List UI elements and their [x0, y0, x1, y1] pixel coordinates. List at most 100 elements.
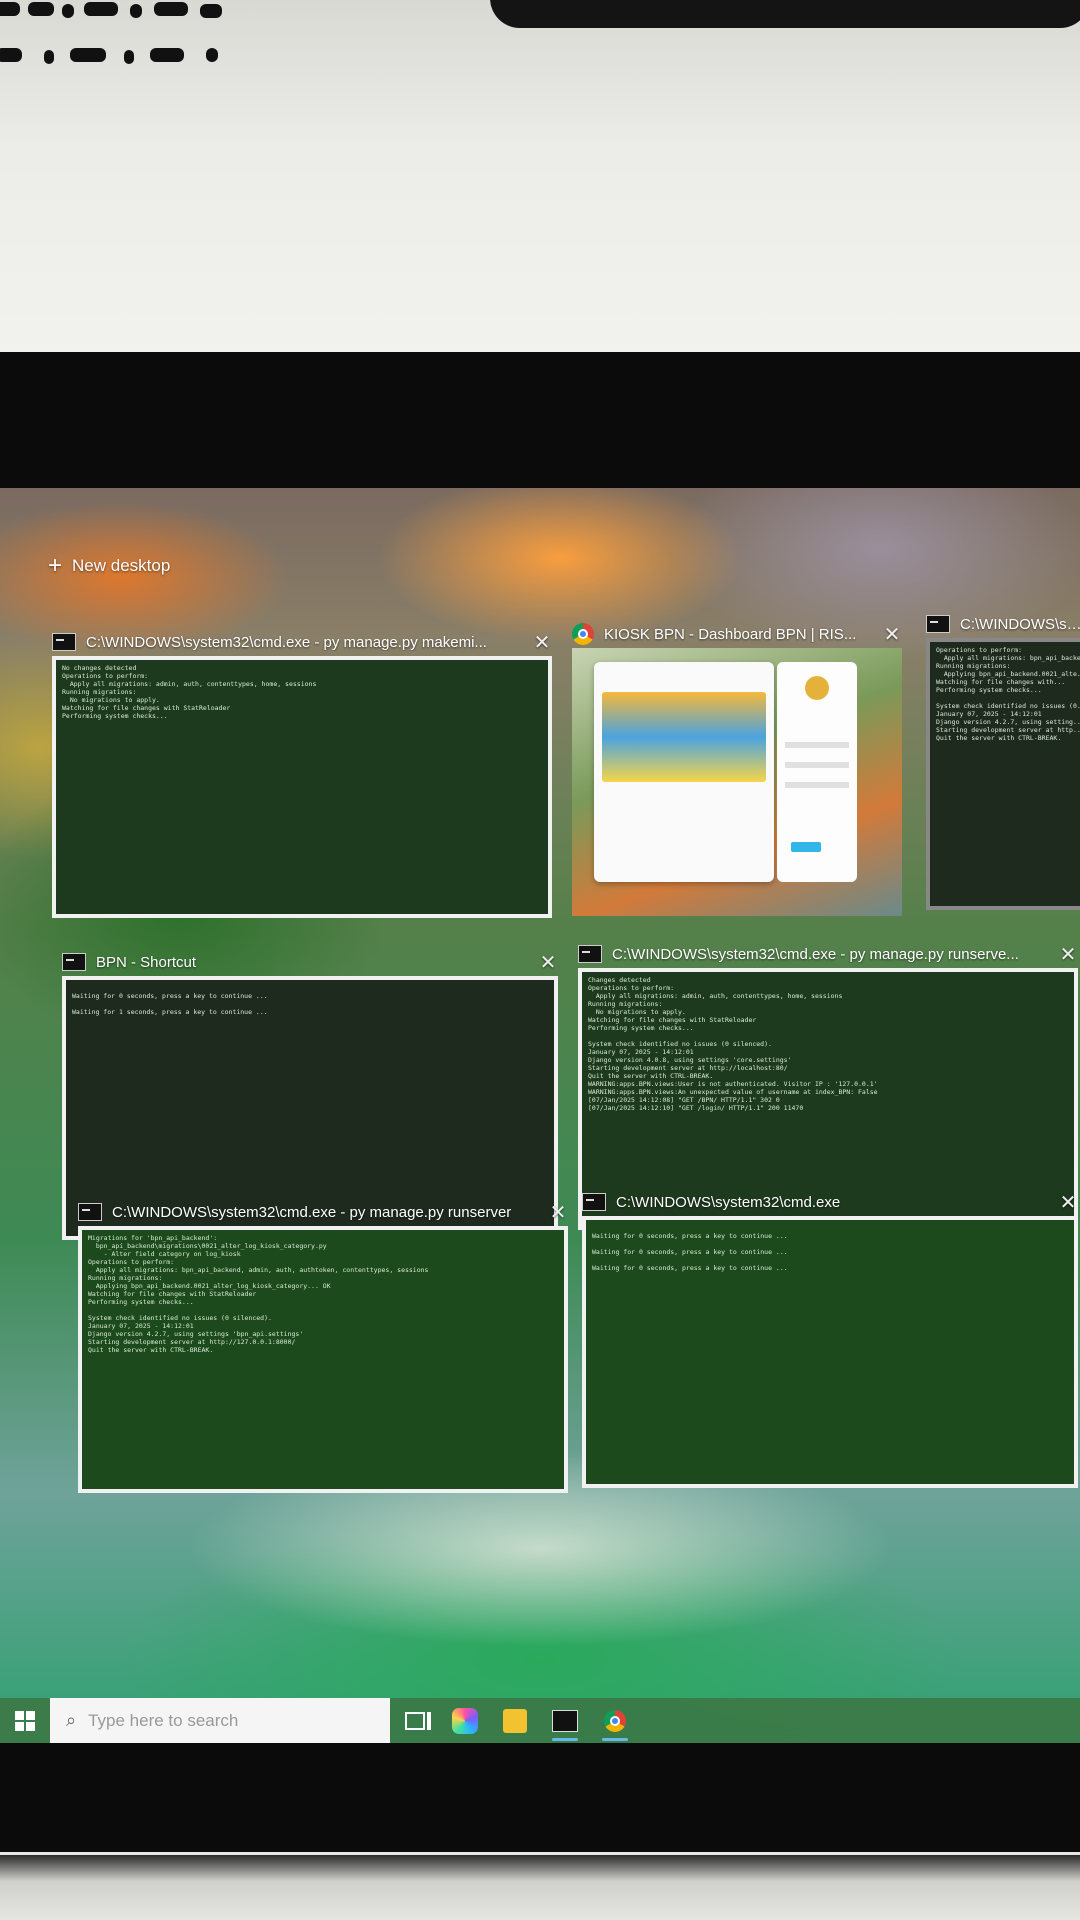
taskbar-cmd-button[interactable] — [540, 1698, 590, 1743]
window-thumbnail-cmd-makemigrations[interactable]: C:\WINDOWS\system32\cmd.exe - py manage.… — [52, 628, 552, 918]
close-icon[interactable]: ✕ — [548, 1200, 568, 1225]
console-line: Performing system checks... — [62, 712, 168, 720]
close-icon[interactable]: ✕ — [538, 950, 558, 975]
console-line: bpn_api_backend\migrations\0021_alter_lo… — [88, 1242, 327, 1250]
cmd-icon — [926, 615, 950, 633]
console-output: Operations to perform: Apply all migrati… — [930, 642, 1080, 906]
console-line: System check identified no issues (0 sil… — [88, 1314, 272, 1322]
windows-start-icon — [15, 1710, 35, 1731]
window-preview: Waiting for 0 seconds, press a key to co… — [582, 1216, 1078, 1488]
file-explorer-icon — [503, 1708, 527, 1733]
window-title-bar: C:\WINDOWS\system32\cmd.exe - py manage.… — [78, 1198, 568, 1226]
console-line: Running migrations: — [62, 688, 137, 696]
window-title: C:\WINDOWS\system32\cmd.exe - py manage.… — [612, 945, 1019, 963]
window-title: C:\WINDOWS\system32\cmd.exe - py manage.… — [86, 633, 487, 651]
close-icon[interactable]: ✕ — [882, 622, 902, 647]
window-preview: No changes detected Operations to perform… — [52, 656, 552, 918]
window-title-bar: C:\WINDOWS\system32\cmd.exe - py manage.… — [52, 628, 552, 656]
console-output: Waiting for 0 seconds, press a key to co… — [586, 1220, 1074, 1484]
window-preview: Migrations for 'bpn_api_backend': bpn_ap… — [78, 1226, 568, 1493]
window-title: BPN - Shortcut — [96, 953, 197, 971]
cmd-icon — [578, 945, 602, 963]
copilot-button[interactable] — [440, 1698, 490, 1743]
console-line: Waiting for 0 seconds, press a key to co… — [592, 1248, 788, 1256]
camera-notch — [490, 0, 1080, 28]
window-thumbnail-chrome-kiosk[interactable]: KIOSK BPN - Dashboard BPN | RIS... ✕ — [572, 620, 902, 916]
taskbar-search-box[interactable]: ⌕ Type here to search — [50, 1698, 390, 1743]
search-placeholder: Type here to search — [88, 1710, 239, 1730]
browser-preview — [572, 648, 902, 916]
window-preview: Operations to perform: Apply all migrati… — [926, 638, 1080, 910]
task-view-button[interactable] — [390, 1698, 440, 1743]
console-line: Starting development server at http... — [936, 726, 1080, 734]
file-explorer-button[interactable] — [490, 1698, 540, 1743]
console-line: Waiting for 0 seconds, press a key to co… — [72, 992, 268, 1000]
kiosk-dashboard-preview — [594, 662, 774, 882]
console-line: No migrations to apply. — [62, 696, 160, 704]
console-line: Django version 4.2.7, using settings 'bp… — [88, 1330, 304, 1338]
console-line: WARNING:apps.BPN.views:An unexpected val… — [588, 1088, 878, 1096]
plus-icon: + — [48, 552, 63, 579]
console-line: Quit the server with CTRL-BREAK. — [88, 1346, 214, 1354]
console-line: [07/Jan/2025 14:12:10] "GET /login/ HTTP… — [588, 1104, 804, 1112]
window-title: KIOSK BPN - Dashboard BPN | RIS... — [604, 625, 857, 643]
console-line: January 07, 2025 - 14:12:01 — [88, 1322, 194, 1330]
console-line: Running migrations: — [936, 662, 1011, 670]
chrome-icon — [572, 623, 594, 645]
window-title-bar: C:\WINDOWS\system32\cmd.exe - py manage.… — [578, 940, 1078, 968]
console-line: Watching for file changes with StatReloa… — [88, 1290, 257, 1298]
window-thumbnail-cmd-partial[interactable]: C:\WINDOWS\system32 Operations to perfor… — [926, 610, 1080, 910]
window-thumbnail-bpn-shortcut[interactable]: BPN - Shortcut ✕ Waiting for 0 seconds, … — [62, 948, 558, 1240]
console-line: January 07, 2025 - 14:12:01 — [588, 1048, 694, 1056]
console-line: WARNING:apps.BPN.views:User is not authe… — [588, 1080, 878, 1088]
bpn-logo — [805, 676, 829, 700]
console-line: Quit the server with CTRL-BREAK. — [588, 1072, 714, 1080]
window-thumbnail-cmd-runserver-1[interactable]: C:\WINDOWS\system32\cmd.exe - py manage.… — [578, 940, 1078, 1230]
login-field — [785, 742, 849, 748]
login-field — [785, 782, 849, 788]
chrome-icon — [604, 1709, 626, 1732]
console-line: Watching for file changes with StatReloa… — [62, 704, 231, 712]
console-line: Waiting for 1 seconds, press a key to co… — [72, 1008, 268, 1016]
window-title-bar: C:\WINDOWS\system32\cmd.exe ✕ — [582, 1188, 1078, 1216]
close-icon[interactable]: ✕ — [1058, 942, 1078, 967]
start-button[interactable] — [0, 1698, 50, 1743]
console-line: Starting development server at http://lo… — [588, 1064, 788, 1072]
taskbar: ⌕ Type here to search — [0, 1698, 1080, 1743]
kiosk-bezel-top — [0, 0, 1080, 370]
console-line: Watching for file changes with StatReloa… — [588, 1016, 757, 1024]
cmd-icon — [582, 1193, 606, 1211]
banner-image — [602, 692, 766, 782]
console-line: Applying bpn_api_backend.0021_alte... — [936, 670, 1080, 678]
console-line: System check identified no issues (0 sil… — [588, 1040, 772, 1048]
console-line: No migrations to apply. — [588, 1008, 686, 1016]
console-line: Apply all migrations: admin, auth, conte… — [62, 680, 317, 688]
console-line: Watching for file changes with... — [936, 678, 1066, 686]
console-line: Running migrations: — [588, 1000, 663, 1008]
copilot-icon — [452, 1707, 478, 1734]
console-line: Migrations for 'bpn_api_backend': — [88, 1234, 218, 1242]
cmd-icon — [552, 1709, 578, 1732]
close-icon[interactable]: ✕ — [532, 630, 552, 655]
console-line: Django version 4.2.7, using setting... — [936, 718, 1080, 726]
console-line: Starting development server at http://12… — [88, 1338, 296, 1346]
task-view-icon — [405, 1711, 431, 1730]
window-title: C:\WINDOWS\system32 — [960, 615, 1080, 633]
new-desktop-button[interactable]: + New desktop — [48, 552, 170, 579]
window-thumbnail-cmd-runserver-2[interactable]: C:\WINDOWS\system32\cmd.exe - py manage.… — [78, 1198, 568, 1493]
console-line: Apply all migrations: admin, auth, conte… — [588, 992, 843, 1000]
cmd-icon — [52, 633, 76, 651]
window-title: C:\WINDOWS\system32\cmd.exe — [616, 1193, 841, 1211]
taskbar-chrome-button[interactable] — [590, 1698, 640, 1743]
window-thumbnail-cmd-plain[interactable]: C:\WINDOWS\system32\cmd.exe ✕ Waiting fo… — [582, 1188, 1078, 1488]
console-line: Running migrations: — [88, 1274, 163, 1282]
window-title: C:\WINDOWS\system32\cmd.exe - py manage.… — [112, 1203, 512, 1221]
console-line: Waiting for 0 seconds, press a key to co… — [592, 1232, 788, 1240]
close-icon[interactable]: ✕ — [1058, 1190, 1078, 1215]
task-view-screen: + New desktop C:\WINDOWS\system32\cmd.ex… — [0, 488, 1080, 1743]
login-field — [785, 762, 849, 768]
